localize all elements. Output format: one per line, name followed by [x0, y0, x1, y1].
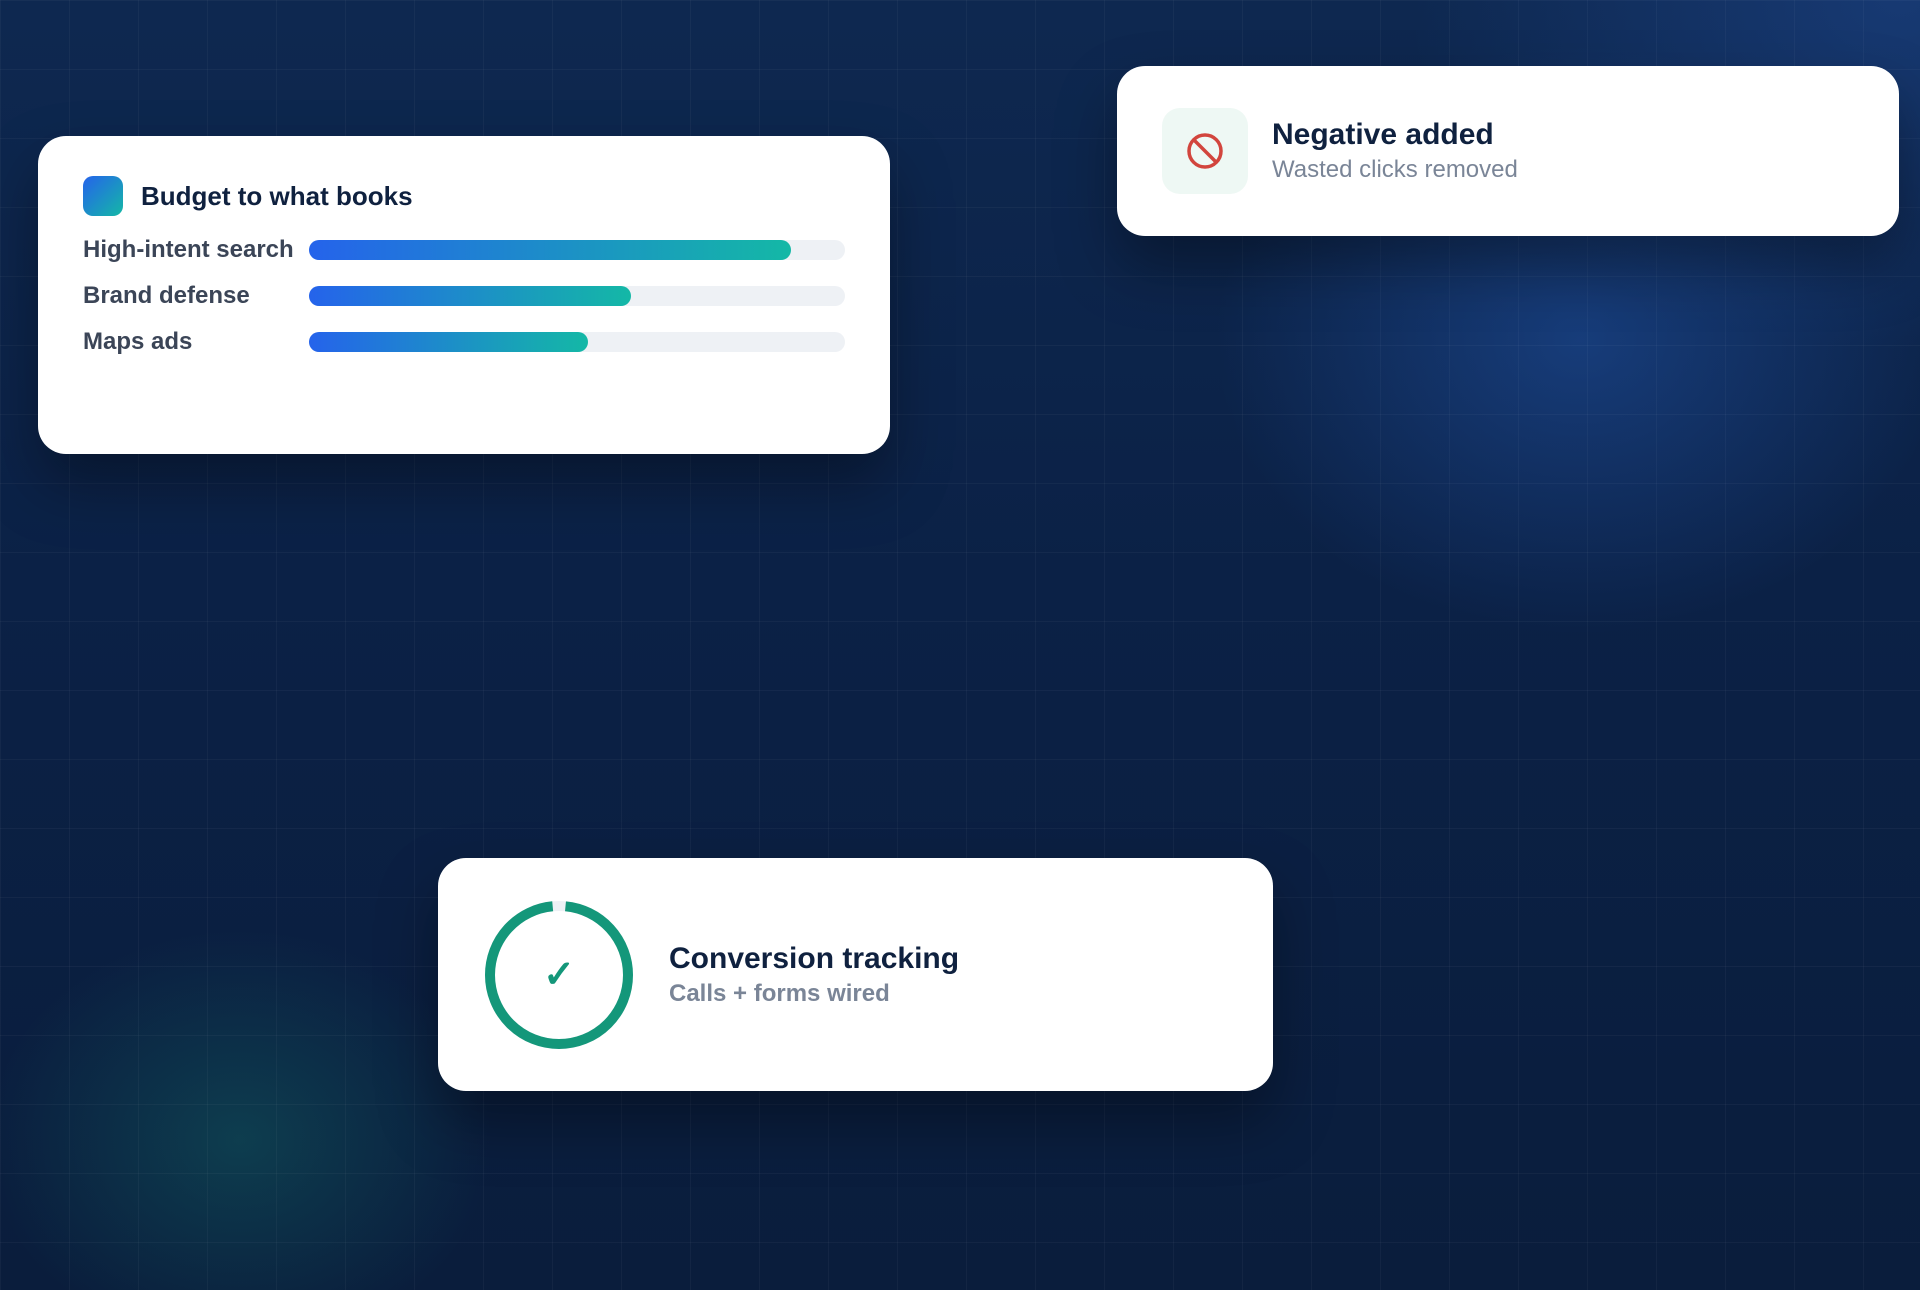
conversion-text: Conversion tracking Calls + forms wired: [669, 942, 959, 1008]
conversion-tracking-card: ✓ Conversion tracking Calls + forms wire…: [438, 858, 1273, 1091]
budget-title: Budget to what books: [141, 180, 413, 211]
bar-fill: [309, 240, 792, 260]
budget-card: Budget to what books High-intent search …: [38, 136, 890, 454]
budget-bar-row-maps-ads: Maps ads: [83, 328, 845, 356]
negative-subtitle: Wasted clicks removed: [1272, 156, 1518, 183]
bar-track: [309, 286, 845, 306]
negative-title: Negative added: [1272, 118, 1494, 151]
budget-bar-row-brand-defense: Brand defense: [83, 282, 845, 310]
conversion-subtitle: Calls + forms wired: [669, 979, 890, 1007]
budget-logo-icon: [83, 176, 123, 216]
bar-fill: [309, 332, 588, 352]
bar-track: [309, 332, 845, 352]
bar-label: Maps ads: [83, 328, 193, 355]
budget-header: Budget to what books: [83, 176, 845, 216]
bar-label: Brand defense: [83, 282, 250, 309]
conversion-progress-ring: ✓: [483, 899, 635, 1051]
no-entry-icon: [1187, 133, 1223, 169]
negative-text: Negative added Wasted clicks removed: [1272, 118, 1518, 184]
negative-added-card: Negative added Wasted clicks removed: [1117, 66, 1899, 236]
budget-bar-row-high-intent: High-intent search: [83, 236, 845, 264]
bar-fill: [309, 286, 631, 306]
bar-track: [309, 240, 845, 260]
checkmark-icon: ✓: [543, 954, 575, 996]
conversion-title: Conversion tracking: [669, 941, 960, 975]
negative-icon-box: [1162, 108, 1248, 194]
bar-label: High-intent search: [83, 236, 294, 263]
